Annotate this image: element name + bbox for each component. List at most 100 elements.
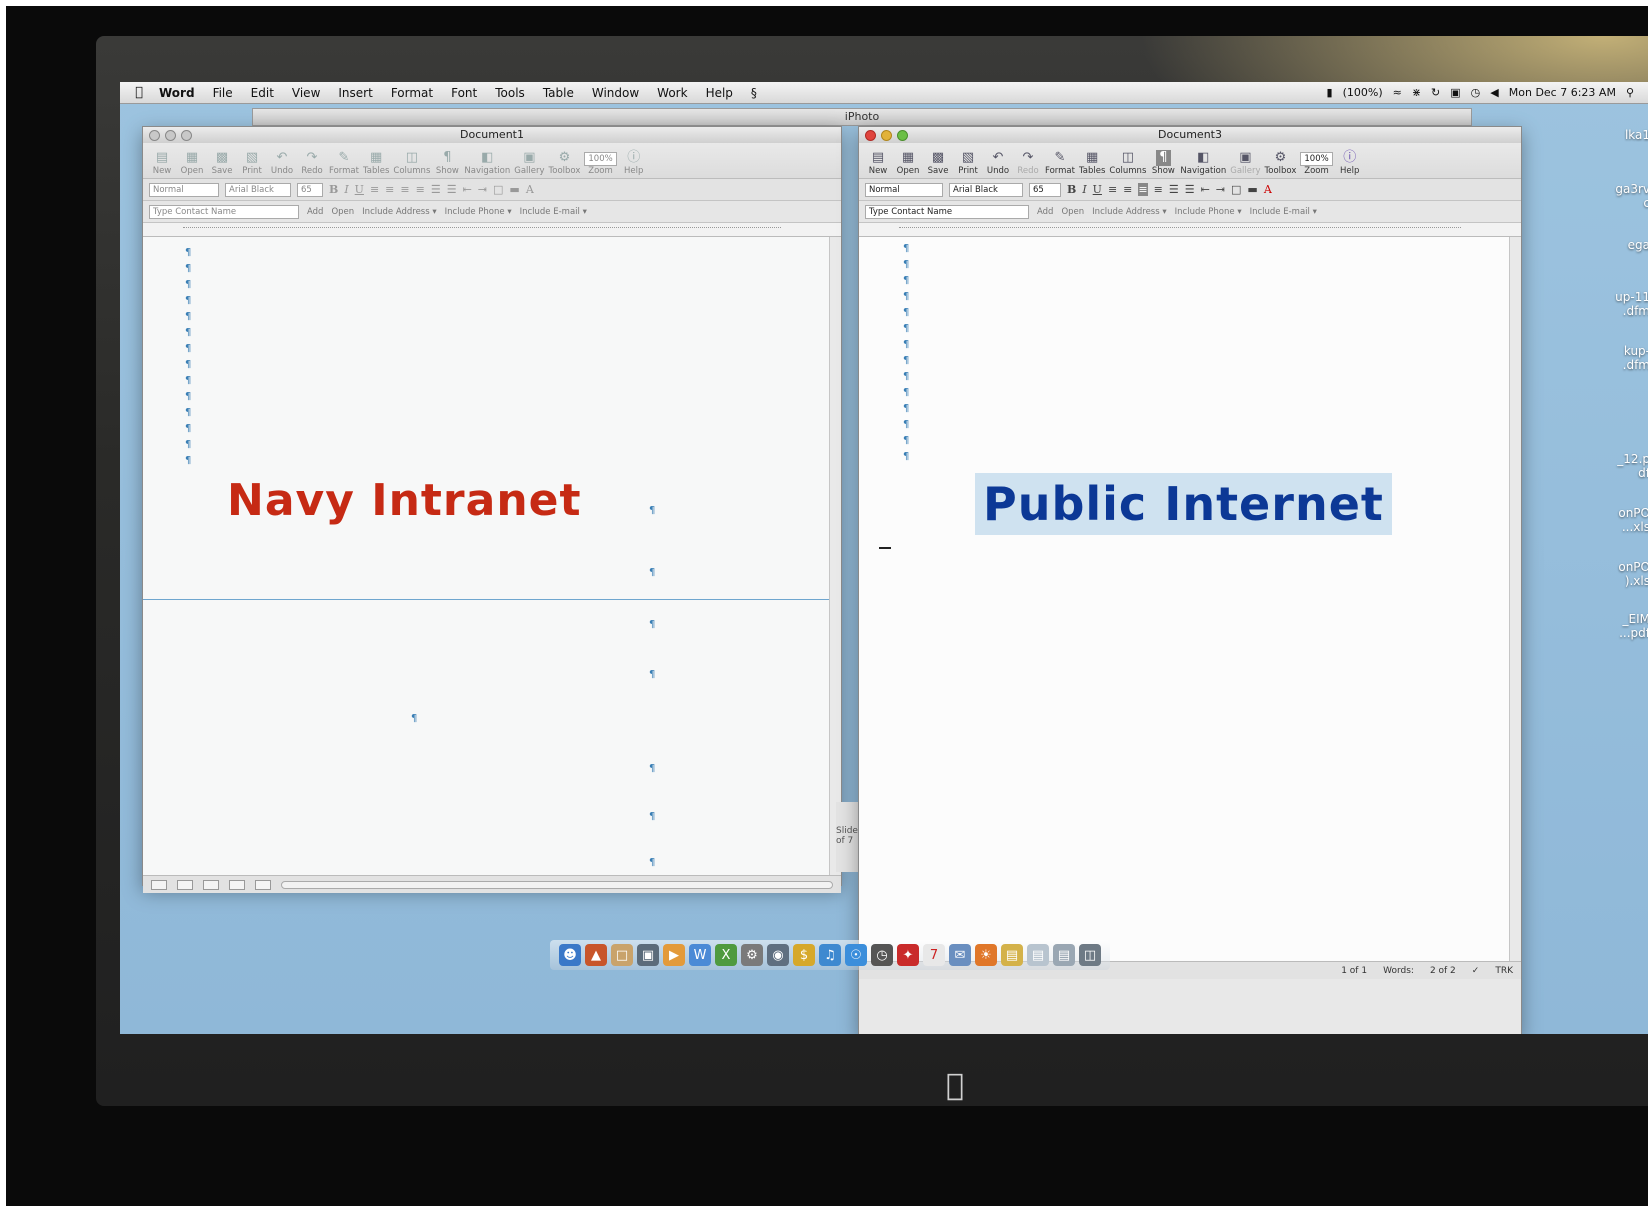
increase-indent-icon[interactable]: ⇥ <box>478 183 487 196</box>
desktop-file-label[interactable]: _12.p <box>1617 452 1648 466</box>
numbered-list-icon[interactable]: ☰ <box>1169 183 1179 196</box>
navigation-button[interactable]: ◧ Navigation <box>1180 150 1226 176</box>
desktop-file-label[interactable]: ga3rv <box>1615 182 1648 196</box>
undo-button[interactable]: ↶ Undo <box>269 150 295 176</box>
acrobat-icon[interactable]: ✦ <box>897 944 919 966</box>
minimize-button[interactable] <box>881 130 892 141</box>
wifi-icon[interactable]: ≈ <box>1393 86 1402 99</box>
menu-font[interactable]: Font <box>442 86 486 100</box>
stack-icon[interactable]: ▤ <box>1027 944 1049 966</box>
desktop-file-label[interactable]: _EIM <box>1623 612 1648 626</box>
align-right-icon[interactable]: ≡ <box>400 183 409 196</box>
font-size-select[interactable]: 65 <box>1029 182 1061 197</box>
preview-icon[interactable]: □ <box>611 944 633 966</box>
document1-titlebar[interactable]: Document1 <box>143 127 841 143</box>
desktop-file-label[interactable]: onPO <box>1618 506 1648 520</box>
apple-menu-icon[interactable]:  <box>128 85 150 100</box>
include-phone-button[interactable]: Include Phone ▾ <box>445 207 512 217</box>
justify-icon[interactable]: ≡ <box>416 183 425 196</box>
show-button[interactable]: ¶ Show <box>1150 150 1176 176</box>
help-button[interactable]: ⓘ Help <box>1337 150 1363 176</box>
spotlight-icon[interactable]: ⚲ <box>1626 86 1634 99</box>
dollar-app-icon[interactable]: $ <box>793 944 815 966</box>
office-icon[interactable]: ▶ <box>663 944 685 966</box>
numbered-list-icon[interactable]: ☰ <box>431 183 441 196</box>
desktop-file-label[interactable]: .dfm <box>1623 304 1648 318</box>
open-contact-button[interactable]: Open <box>1061 207 1084 217</box>
menu-file[interactable]: File <box>204 86 242 100</box>
document3-titlebar[interactable]: Document3 <box>859 127 1521 143</box>
save-button[interactable]: ▩ Save <box>209 150 235 176</box>
publishing-view-icon[interactable] <box>203 879 219 890</box>
minimize-button[interactable] <box>165 130 176 141</box>
toolbox-button[interactable]: ⚙ Toolbox <box>1265 150 1297 176</box>
menu-edit[interactable]: Edit <box>242 86 283 100</box>
add-contact-button[interactable]: Add <box>1037 207 1053 217</box>
save-button[interactable]: ▩ Save <box>925 150 951 176</box>
ical-icon[interactable]: 7 <box>923 944 945 966</box>
bulleted-list-icon[interactable]: ☰ <box>1185 183 1195 196</box>
system-utility-icon[interactable]: ⚙ <box>741 944 763 966</box>
open-contact-button[interactable]: Open <box>331 207 354 217</box>
bluetooth-icon[interactable]: ⋇ <box>1412 86 1421 99</box>
documents-stack-icon[interactable]: ▤ <box>1053 944 1075 966</box>
help-button[interactable]: ⓘ Help <box>621 150 647 176</box>
firefox-icon[interactable]: ☀ <box>975 944 997 966</box>
bulleted-list-icon[interactable]: ☰ <box>447 183 457 196</box>
menu-work[interactable]: Work <box>648 86 696 100</box>
style-select[interactable]: Normal <box>149 182 219 197</box>
draft-view-icon[interactable] <box>151 879 167 890</box>
include-address-button[interactable]: Include Address ▾ <box>1092 207 1166 217</box>
word-icon[interactable]: W <box>689 944 711 966</box>
print-layout-view-icon[interactable] <box>229 879 245 890</box>
desktop-file-label[interactable]: df <box>1638 466 1648 480</box>
desktop-file-label[interactable]: up-11 <box>1615 290 1648 304</box>
columns-button[interactable]: ◫ Columns <box>393 150 430 176</box>
zoom-field[interactable]: 100% <box>1300 152 1333 166</box>
camera-icon[interactable]: ◉ <box>767 944 789 966</box>
iphoto-icon[interactable]: ▣ <box>637 944 659 966</box>
battery-icon[interactable]: ▮ <box>1327 86 1333 99</box>
menu-insert[interactable]: Insert <box>329 86 381 100</box>
document3-page[interactable]: ¶ ¶ ¶ ¶ ¶ ¶ ¶ ¶ ¶ ¶ ¶ ¶ ¶ ¶ Public Inter… <box>859 237 1521 961</box>
menu-help[interactable]: Help <box>697 86 742 100</box>
desktop-file-label[interactable]: ega <box>1628 238 1648 252</box>
menu-format[interactable]: Format <box>382 86 442 100</box>
decrease-indent-icon[interactable]: ⇤ <box>1201 183 1210 196</box>
script-menu-icon[interactable]: § <box>742 86 766 100</box>
safari-icon[interactable]: ☉ <box>845 944 867 966</box>
open-button[interactable]: ▦ Open <box>895 150 921 176</box>
open-button[interactable]: ▦ Open <box>179 150 205 176</box>
highlight-icon[interactable]: ▬ <box>509 183 519 196</box>
italic-icon[interactable]: I <box>344 183 348 196</box>
time-machine-icon[interactable]: ◷ <box>1471 86 1481 99</box>
bold-icon[interactable]: B <box>329 183 338 196</box>
sync-icon[interactable]: ↻ <box>1431 86 1440 99</box>
redo-button[interactable]: ↷ Redo <box>299 150 325 176</box>
increase-indent-icon[interactable]: ⇥ <box>1216 183 1225 196</box>
zoom-button[interactable] <box>181 130 192 141</box>
menu-table[interactable]: Table <box>534 86 583 100</box>
zoom-control[interactable]: 100% Zoom <box>1300 152 1333 176</box>
desktop-file-label[interactable]: ...pdf <box>1619 626 1648 640</box>
include-email-button[interactable]: Include E-mail ▾ <box>1250 207 1317 217</box>
new-button[interactable]: ▤ New <box>865 150 891 176</box>
menu-word[interactable]: Word <box>150 86 204 100</box>
horizontal-scrollbar[interactable] <box>281 880 833 889</box>
format-button[interactable]: ✎ Format <box>1045 150 1075 176</box>
gallery-button[interactable]: ▣ Gallery <box>514 150 544 176</box>
track-changes-indicator[interactable]: TRK <box>1495 966 1513 976</box>
menu-view[interactable]: View <box>283 86 329 100</box>
horizontal-ruler[interactable] <box>859 223 1521 237</box>
folder-icon[interactable]: ▤ <box>1001 944 1023 966</box>
new-button[interactable]: ▤ New <box>149 150 175 176</box>
outline-view-icon[interactable] <box>177 879 193 890</box>
justify-icon[interactable]: ≡ <box>1154 183 1163 196</box>
iphoto-window-title[interactable]: iPhoto <box>252 108 1472 126</box>
highlight-icon[interactable]: ▬ <box>1247 183 1257 196</box>
contact-name-input[interactable]: Type Contact Name <box>149 204 299 219</box>
spelling-check-icon[interactable]: ✓ <box>1472 966 1480 976</box>
border-icon[interactable]: □ <box>1231 183 1241 196</box>
font-color-icon[interactable]: A <box>526 183 534 196</box>
zoom-field[interactable]: 100% <box>584 152 617 166</box>
